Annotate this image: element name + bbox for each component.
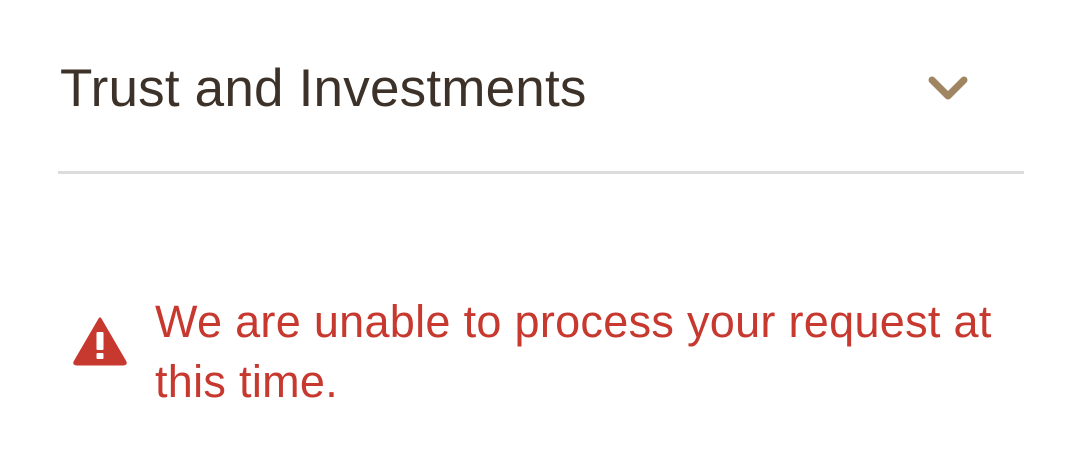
accordion-trust-and-investments[interactable]: Trust and Investments	[58, 0, 1024, 174]
warning-icon	[72, 316, 128, 366]
chevron-down-icon[interactable]	[928, 70, 968, 106]
error-message-block: We are unable to process your request at…	[72, 292, 1032, 412]
error-message-text: We are unable to process your request at…	[155, 296, 992, 407]
accordion-title: Trust and Investments	[60, 59, 587, 118]
